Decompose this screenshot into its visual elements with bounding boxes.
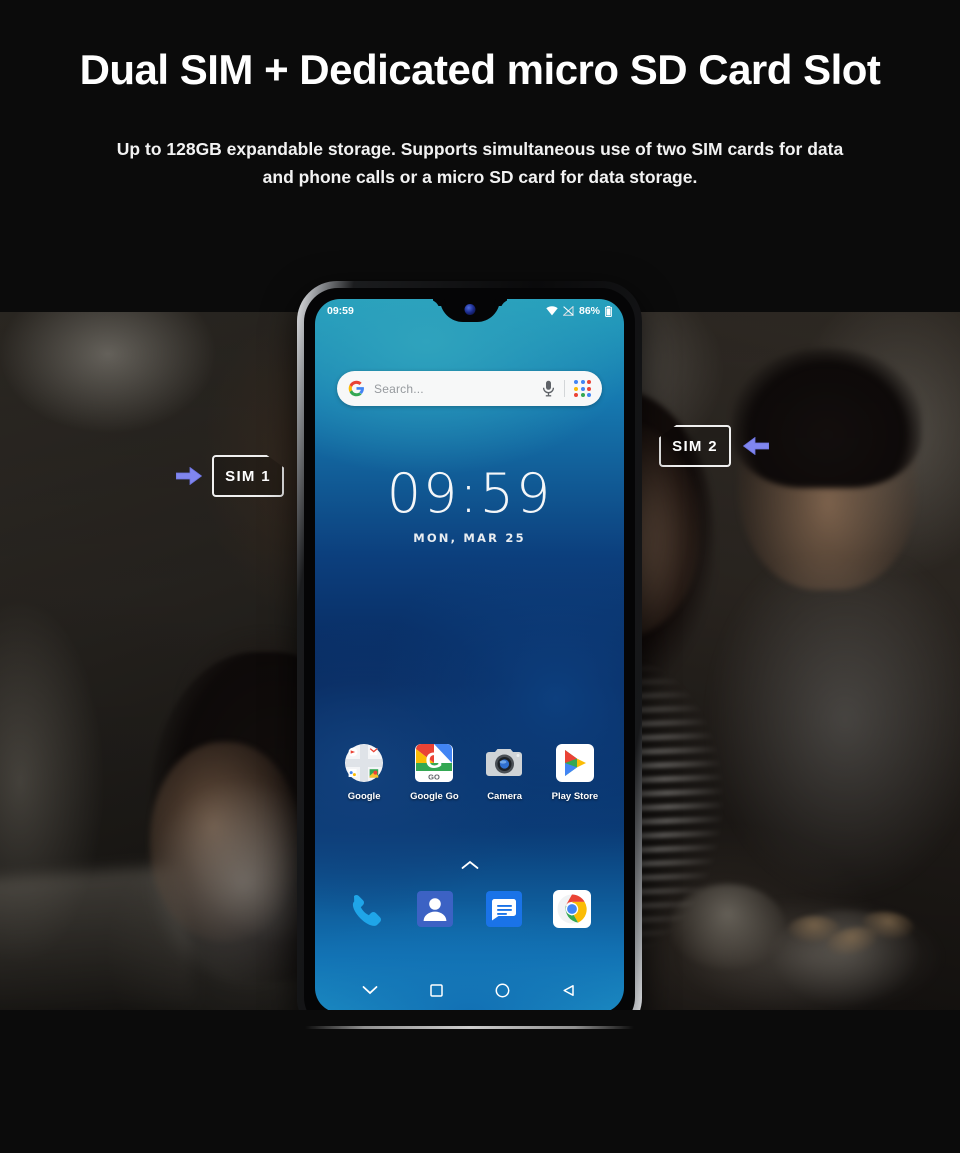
home-screen-app-row: Google GO G Google Go Camera Play Store [315, 743, 624, 802]
battery-icon [605, 305, 612, 317]
play-store-icon [555, 743, 595, 783]
sim2-card-shape: SIM 2 [659, 425, 731, 467]
footer-section [0, 1010, 960, 1153]
microphone-icon[interactable] [542, 380, 555, 397]
photo-right-man-hair [732, 348, 922, 488]
search-input[interactable]: Search... [374, 382, 542, 396]
google-g-icon [348, 380, 364, 397]
subtitle-line-1: Up to 128GB expandable storage. Supports… [116, 139, 844, 159]
app-camera[interactable]: Camera [474, 743, 536, 802]
circle-icon[interactable] [493, 980, 513, 1000]
app-google-go[interactable]: GO G Google Go [403, 743, 465, 802]
square-icon[interactable] [426, 980, 446, 1000]
status-bar-indicators: 86% [546, 305, 612, 317]
clock-time: 09:59 [386, 462, 553, 525]
smartphone-device: 09:59 86% Search... 09:59 MON, MAR 25 Go… [297, 281, 642, 1038]
status-bar-time: 09:59 [327, 305, 354, 317]
messages-bubble-icon[interactable] [484, 889, 524, 929]
clock-widget[interactable]: 09:59 MON, MAR 25 [315, 462, 624, 546]
triangle-left-icon[interactable] [559, 980, 579, 1000]
chrome-icon[interactable] [552, 889, 592, 929]
camera-icon [485, 743, 525, 783]
phone-chin-highlight [305, 1026, 634, 1029]
navigation-bar [315, 973, 624, 1007]
app-drawer-handle[interactable] [315, 857, 624, 875]
google-search-bar[interactable]: Search... [337, 371, 602, 406]
header-section: Dual SIM + Dedicated micro SD Card Slot … [0, 0, 960, 312]
app-label: Play Store [551, 791, 599, 802]
search-divider [564, 380, 565, 397]
signal-off-icon [562, 306, 574, 316]
battery-percent: 86% [578, 305, 600, 317]
google-folder-icon [344, 743, 384, 783]
phone-bezel: 09:59 86% Search... 09:59 MON, MAR 25 Go… [304, 288, 635, 1031]
svg-text:G: G [426, 748, 443, 773]
home-screen-dock [315, 889, 624, 929]
app-label: Camera [487, 791, 523, 802]
contacts-person-icon[interactable] [415, 889, 455, 929]
sim1-card-shape: SIM 1 [212, 455, 284, 497]
phone-handset-icon[interactable] [347, 889, 387, 929]
chevron-down-icon[interactable] [360, 980, 380, 1000]
arrow-left-icon [743, 437, 769, 455]
page-title: Dual SIM + Dedicated micro SD Card Slot [79, 46, 881, 93]
sim1-callout: SIM 1 [176, 455, 284, 497]
arrow-right-icon [176, 467, 202, 485]
sim2-label: SIM 2 [672, 437, 718, 455]
svg-text:GO: GO [429, 773, 441, 782]
chevron-up-icon [461, 860, 478, 869]
page-subtitle: Up to 128GB expandable storage. Supports… [0, 135, 960, 191]
subtitle-line-2: and phone calls or a micro SD card for d… [262, 167, 698, 187]
sim2-callout: SIM 2 [659, 425, 769, 467]
clock-date: MON, MAR 25 [413, 531, 526, 545]
front-camera-icon [464, 304, 475, 315]
google-apps-dots-icon[interactable] [574, 380, 591, 397]
app-label: Google [347, 791, 381, 802]
app-play-store[interactable]: Play Store [544, 743, 606, 802]
app-label: Google Go [410, 791, 459, 802]
app-google-folder[interactable]: Google [333, 743, 395, 802]
google-go-icon: GO G [414, 743, 454, 783]
phone-screen[interactable]: 09:59 86% Search... 09:59 MON, MAR 25 Go… [315, 299, 624, 1013]
sim1-label: SIM 1 [225, 467, 271, 485]
wifi-icon [546, 306, 558, 316]
